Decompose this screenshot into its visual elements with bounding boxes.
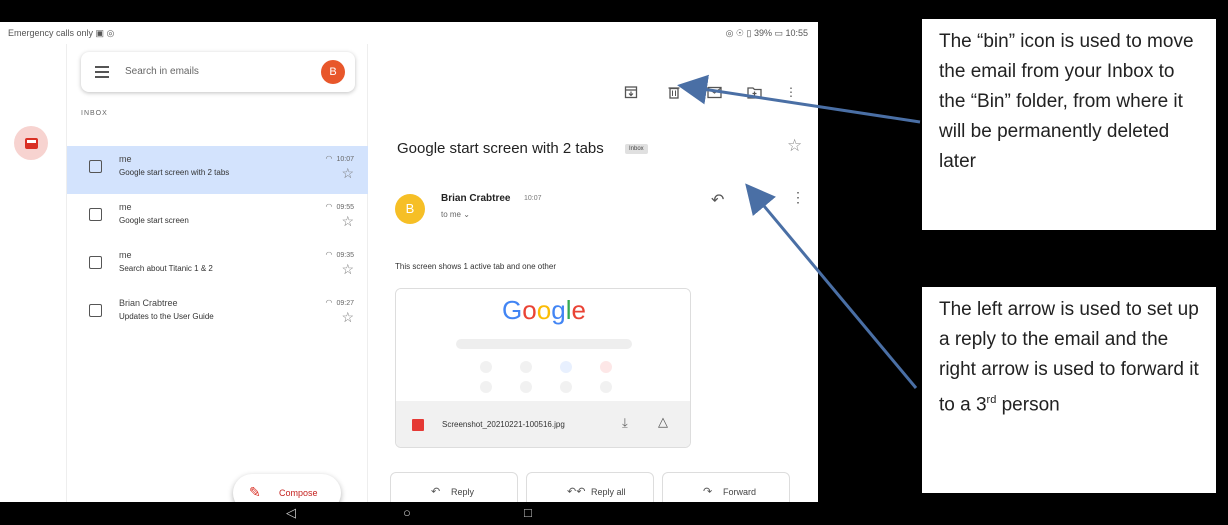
preview-shortcut (480, 361, 492, 373)
forward-label: Forward (723, 487, 757, 497)
google-logo-letter: o (536, 295, 552, 325)
inbox-rail-button[interactable] (14, 126, 48, 160)
reply-label: Reply (451, 487, 475, 497)
list-item[interactable]: me Search about Titanic 1 & 2 09:35 ☆ (67, 242, 368, 290)
more-vert-icon[interactable]: ⋮ (783, 84, 799, 100)
preview-shortcut (520, 381, 532, 393)
status-right: ◎ ☉ ▯ 39% ▭ 10:55 (725, 28, 808, 38)
bin-callout: The “bin” icon is used to move the email… (921, 18, 1217, 231)
star-icon[interactable]: ☆ (341, 165, 354, 182)
row-subject: Updates to the User Guide (119, 312, 214, 321)
star-icon[interactable]: ☆ (341, 309, 354, 326)
google-logo-letter: e (571, 295, 586, 325)
google-logo-letter: G (502, 295, 523, 325)
attachment-card[interactable]: Google Screenshot_20210221-100516.jpg ⤓ … (395, 288, 691, 448)
navigation-rail (0, 44, 66, 502)
preview-search-box (456, 339, 632, 349)
reply-all-label: Reply all (591, 487, 626, 497)
row-subject: Google start screen (119, 216, 189, 225)
bin-callout-text: The “bin” icon is used to move the email… (939, 31, 1194, 172)
reply-all-icon: ↶↶ (567, 486, 586, 498)
reply-all-button[interactable]: ↶↶ Reply all (526, 472, 654, 502)
row-sender: me (119, 154, 132, 164)
tablet-screen: Emergency calls only ▣ ◎ ◎ ☉ ▯ 39% ▭ 10:… (0, 22, 818, 502)
inbox-section-label: INBOX (81, 110, 108, 117)
reply-button[interactable]: ↶ Reply (390, 472, 518, 502)
bin-icon[interactable] (666, 84, 682, 100)
list-item[interactable]: me Google start screen 09:55 ☆ (67, 194, 368, 242)
search-input[interactable]: Search in emails (125, 66, 199, 77)
forward-button[interactable]: ↷ Forward (662, 472, 790, 502)
preview-shortcut (560, 361, 572, 373)
row-checkbox[interactable] (89, 208, 102, 221)
back-icon[interactable]: ◁ (286, 505, 296, 521)
reply-icon: ↶ (431, 486, 441, 498)
arrows-callout-text-end: person (996, 394, 1060, 416)
attachment-preview: Google (396, 289, 690, 401)
status-left: Emergency calls only ▣ ◎ (8, 28, 115, 38)
sender-avatar[interactable]: B (395, 194, 425, 224)
attachment-footer: Screenshot_20210221-100516.jpg ⤓ △ (396, 401, 690, 447)
attachment-filename: Screenshot_20210221-100516.jpg (442, 420, 565, 429)
star-icon[interactable]: ☆ (787, 136, 802, 156)
star-icon[interactable]: ☆ (341, 261, 354, 278)
list-item[interactable]: Brian Crabtree Updates to the User Guide… (67, 290, 368, 338)
google-logo-letter: o (522, 295, 537, 325)
google-logo-letter: g (551, 295, 566, 325)
download-icon[interactable]: ⤓ (622, 415, 628, 431)
home-icon[interactable]: ○ (403, 505, 411, 520)
preview-shortcut (600, 361, 612, 373)
preview-shortcut (560, 381, 572, 393)
arrows-callout-superscript: rd (986, 394, 997, 406)
row-sender: me (119, 202, 132, 212)
row-time: 09:35 (325, 250, 354, 259)
menu-icon[interactable] (95, 66, 109, 78)
mark-unread-icon[interactable] (706, 84, 722, 100)
image-file-icon (412, 419, 424, 431)
move-to-icon[interactable] (746, 84, 762, 100)
archive-icon[interactable] (623, 84, 639, 100)
preview-shortcut (600, 381, 612, 393)
message-time: 10:07 (524, 195, 542, 202)
inbox-icon (24, 137, 38, 149)
row-subject: Search about Titanic 1 & 2 (119, 264, 213, 273)
row-sender: me (119, 250, 132, 260)
arrows-callout: The left arrow is used to set up a reply… (921, 286, 1217, 494)
star-icon[interactable]: ☆ (341, 213, 354, 230)
row-time: 09:55 (325, 202, 354, 211)
google-logo: Google (396, 295, 690, 326)
mail-list-pane: Search in emails B INBOX me Google start… (66, 44, 368, 502)
search-bar[interactable]: Search in emails B (81, 52, 355, 92)
compose-label: Compose (279, 488, 318, 498)
sender-name: Brian Crabtree (441, 193, 511, 204)
drive-icon[interactable]: △ (658, 414, 668, 430)
row-checkbox[interactable] (89, 256, 102, 269)
pencil-icon: ✎ (249, 484, 261, 500)
row-sender: Brian Crabtree (119, 298, 178, 308)
message-subject: Google start screen with 2 tabs (397, 140, 604, 157)
list-item[interactable]: me Google start screen with 2 tabs 10:07… (67, 146, 368, 194)
recipient-details[interactable]: to me ⌄ (441, 210, 470, 219)
more-vert-icon[interactable]: ⋮ (791, 189, 805, 206)
row-checkbox[interactable] (89, 304, 102, 317)
android-nav-bar: ◁ ○ □ (0, 502, 818, 525)
inbox-badge[interactable]: Inbox (625, 144, 648, 154)
row-checkbox[interactable] (89, 160, 102, 173)
reply-icon[interactable]: ↶ (711, 190, 724, 210)
forward-icon: ↷ (703, 486, 713, 498)
compose-button[interactable]: ✎ Compose (233, 474, 341, 502)
status-bar: Emergency calls only ▣ ◎ ◎ ☉ ▯ 39% ▭ 10:… (0, 22, 818, 44)
forward-icon[interactable]: ↷ (753, 190, 766, 210)
reading-pane: ⋮ Google start screen with 2 tabs Inbox … (369, 44, 818, 502)
account-avatar[interactable]: B (321, 60, 345, 84)
row-time: 09:27 (325, 298, 354, 307)
arrows-callout-text: The left arrow is used to set up a reply… (939, 299, 1199, 416)
recents-icon[interactable]: □ (524, 505, 532, 520)
preview-shortcut (480, 381, 492, 393)
preview-shortcut (520, 361, 532, 373)
message-body: This screen shows 1 active tab and one o… (395, 262, 556, 271)
row-time: 10:07 (325, 154, 354, 163)
row-subject: Google start screen with 2 tabs (119, 168, 230, 177)
